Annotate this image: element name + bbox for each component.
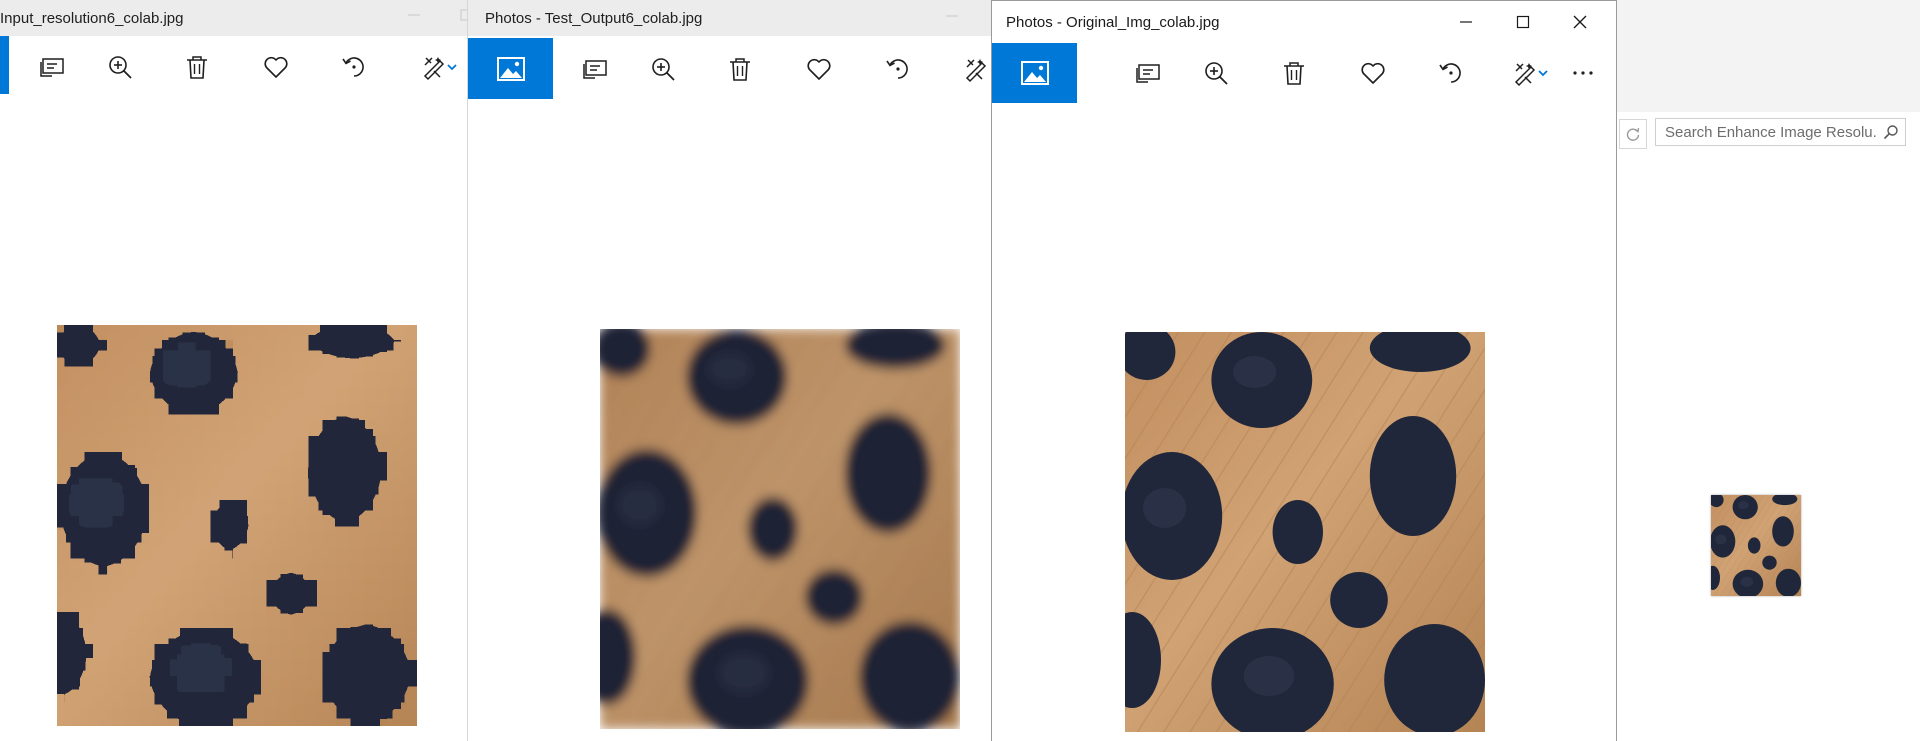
photos-home-button[interactable] xyxy=(468,38,553,99)
favorite-button[interactable] xyxy=(246,36,306,98)
maximize-button[interactable] xyxy=(1495,1,1551,43)
minimize-button[interactable] xyxy=(1438,1,1494,43)
refresh-button[interactable] xyxy=(1619,119,1647,149)
rotate-button[interactable] xyxy=(324,36,384,98)
delete-button[interactable] xyxy=(167,36,227,98)
trash-icon xyxy=(187,56,207,79)
delete-button[interactable] xyxy=(710,38,770,99)
edit-dropdown-button[interactable] xyxy=(1532,43,1554,103)
chevron-down-icon xyxy=(447,64,457,71)
photo-canvas[interactable] xyxy=(57,325,417,726)
delete-button[interactable] xyxy=(1264,43,1324,103)
more-options-button[interactable] xyxy=(1558,43,1608,103)
photo-canvas[interactable] xyxy=(600,329,960,729)
more-icon xyxy=(1573,71,1593,75)
minimize-icon xyxy=(1460,21,1472,23)
thumbnail-image xyxy=(1711,495,1801,596)
close-icon xyxy=(1573,15,1587,29)
rotate-icon xyxy=(342,57,364,77)
slideshow-icon xyxy=(583,59,607,79)
window-title: Photos - Original_Img_colab.jpg xyxy=(1006,14,1220,31)
photos-window-input[interactable]: Input_resolution6_colab.jpg xyxy=(0,0,470,741)
window-title: Input_resolution6_colab.jpg xyxy=(0,10,184,27)
zoom-in-icon xyxy=(1205,62,1228,85)
file-explorer-background xyxy=(1617,0,1920,741)
image-thumbnail[interactable] xyxy=(1711,495,1801,596)
photo-canvas[interactable] xyxy=(1125,332,1485,732)
heart-icon xyxy=(264,56,288,78)
rotate-button[interactable] xyxy=(1421,43,1481,103)
explorer-toolbar-strip xyxy=(1617,0,1920,112)
photos-toolbar xyxy=(0,36,470,98)
zoom-in-icon xyxy=(109,56,132,79)
close-button[interactable] xyxy=(1552,1,1608,43)
edit-dropdown-button[interactable] xyxy=(440,36,464,98)
photos-toolbar xyxy=(468,38,1003,99)
photos-toolbar xyxy=(992,43,1616,103)
title-bar[interactable]: Photos - Original_Img_colab.jpg xyxy=(992,1,1616,43)
leopard-fur-image xyxy=(600,329,960,729)
chevron-down-icon xyxy=(1538,70,1548,77)
window-title: Photos - Test_Output6_colab.jpg xyxy=(485,10,703,27)
photos-home-button[interactable] xyxy=(992,43,1077,103)
photos-window-test-output[interactable]: Photos - Test_Output6_colab.jpg xyxy=(467,0,1003,741)
trash-icon xyxy=(1284,62,1304,85)
slideshow-button[interactable] xyxy=(565,38,625,99)
zoom-in-button[interactable] xyxy=(633,38,693,99)
zoom-in-icon xyxy=(652,57,675,81)
slideshow-icon xyxy=(40,58,64,77)
zoom-in-button[interactable] xyxy=(1186,43,1246,103)
heart-icon xyxy=(1361,62,1385,84)
favorite-button[interactable] xyxy=(789,38,849,99)
search-input[interactable] xyxy=(1656,119,1878,145)
maximize-icon xyxy=(1516,15,1530,29)
zoom-in-button[interactable] xyxy=(90,36,150,98)
heart-icon xyxy=(807,58,831,80)
photos-window-original[interactable]: Photos - Original_Img_colab.jpg xyxy=(991,0,1617,741)
rotate-icon xyxy=(1439,63,1461,83)
leopard-fur-image xyxy=(1125,332,1485,732)
minimize-icon[interactable] xyxy=(942,9,962,23)
title-bar[interactable]: Photos - Test_Output6_colab.jpg xyxy=(468,0,1003,36)
minimize-icon[interactable] xyxy=(404,8,424,22)
trash-icon xyxy=(730,57,750,81)
search-icon[interactable] xyxy=(1883,124,1899,140)
photos-home-icon xyxy=(496,56,525,81)
slideshow-icon xyxy=(1136,64,1160,83)
refresh-icon xyxy=(1626,127,1640,141)
explorer-search-box[interactable] xyxy=(1655,118,1906,146)
slideshow-button[interactable] xyxy=(22,36,82,98)
rotate-button[interactable] xyxy=(868,38,928,99)
leopard-fur-image xyxy=(57,325,417,726)
edit-create-icon xyxy=(965,58,987,82)
favorite-button[interactable] xyxy=(1343,43,1403,103)
photos-home-icon xyxy=(1020,61,1049,85)
slideshow-button[interactable] xyxy=(1118,43,1178,103)
title-bar[interactable]: Input_resolution6_colab.jpg xyxy=(0,0,470,36)
rotate-icon xyxy=(886,58,908,79)
